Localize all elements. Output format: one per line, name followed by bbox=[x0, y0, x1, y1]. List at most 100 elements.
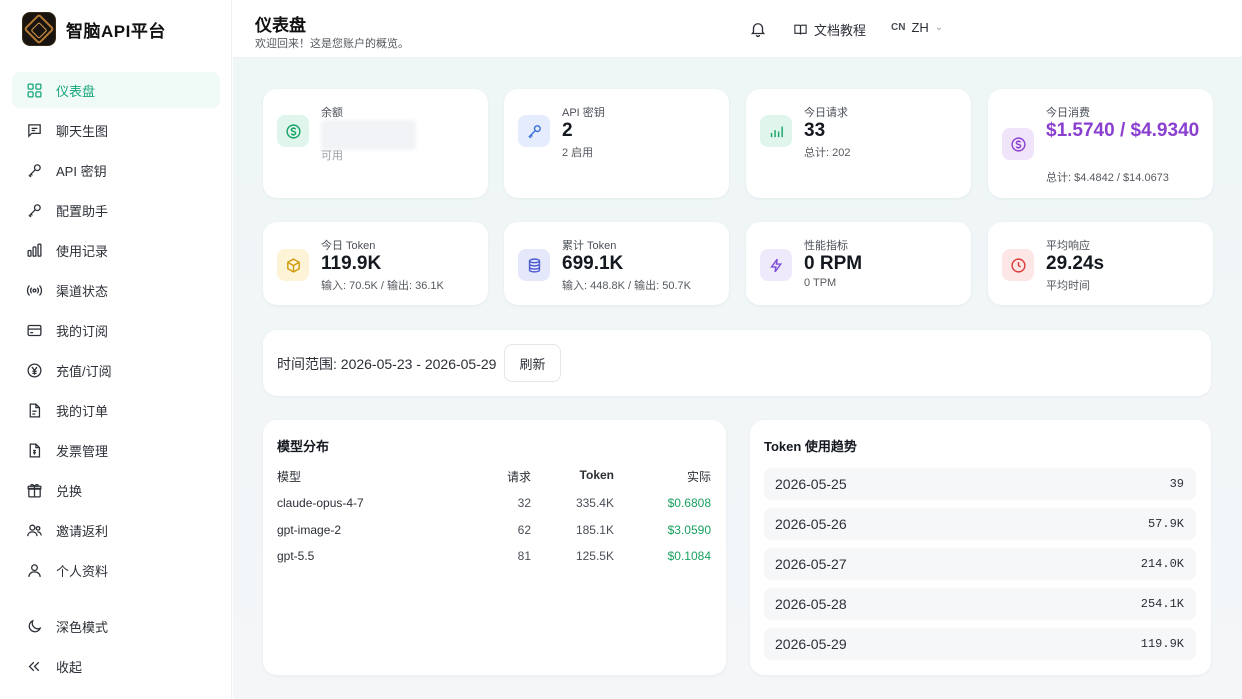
table-row: gpt-5.5 81 125.5K $0.1084 bbox=[277, 549, 711, 569]
stat-sub: 输入: 448.8K / 输出: 50.7K bbox=[562, 280, 692, 292]
cell-requests: 32 bbox=[517, 496, 531, 510]
sidebar-item-channel-status[interactable]: 渠道状态 bbox=[12, 272, 220, 308]
stat-card-avg-response: 平均响应 29.24s 平均时间 bbox=[988, 222, 1213, 305]
trend-value: 57.9K bbox=[1147, 517, 1184, 531]
trend-row: 2026-05-28 254.1K bbox=[764, 588, 1196, 620]
stat-card-api-keys: API 密钥 2 2 启用 bbox=[504, 89, 729, 198]
trend-row: 2026-05-25 39 bbox=[764, 468, 1196, 500]
language-label: ZH bbox=[911, 20, 929, 35]
cell-model: gpt-image-2 bbox=[277, 523, 342, 537]
invoice-icon bbox=[29, 442, 41, 458]
database-icon bbox=[518, 249, 550, 281]
sidebar-item-label: 充值/订阅 bbox=[56, 363, 112, 379]
card-title: 模型分布 bbox=[277, 439, 330, 454]
dollar-circle-icon bbox=[277, 115, 309, 147]
collapse-sidebar-button[interactable]: 收起 bbox=[12, 648, 220, 684]
stat-card-performance: 性能指标 0 RPM 0 TPM bbox=[746, 222, 971, 305]
collapse-label: 收起 bbox=[56, 659, 83, 675]
document-icon bbox=[29, 402, 41, 418]
docs-label: 文档教程 bbox=[814, 23, 867, 38]
clock-icon bbox=[1002, 249, 1034, 281]
stat-sub: 2 启用 bbox=[562, 147, 594, 159]
stat-label: API 密钥 bbox=[562, 107, 605, 119]
gift-icon bbox=[27, 483, 42, 498]
user-icon bbox=[28, 563, 41, 577]
sidebar-item-api-keys[interactable]: API 密钥 bbox=[12, 152, 220, 188]
sidebar-item-chat-image[interactable]: 聊天生图 bbox=[12, 112, 220, 148]
sidebar-item-label: 仪表盘 bbox=[56, 83, 96, 99]
stat-value: 29.24s bbox=[1046, 253, 1105, 274]
time-range-text: 时间范围: 2026-05-23 - 2026-05-29 bbox=[277, 356, 497, 372]
logo bbox=[22, 12, 56, 46]
sidebar-item-label: 聊天生图 bbox=[56, 123, 109, 139]
lightning-icon bbox=[760, 249, 792, 281]
key-icon bbox=[518, 115, 550, 147]
sidebar-item-dashboard[interactable]: 仪表盘 bbox=[12, 72, 220, 108]
cell-model: claude-opus-4-7 bbox=[277, 496, 364, 510]
trend-value: 39 bbox=[1169, 477, 1184, 491]
stat-label: 今日请求 bbox=[804, 107, 848, 119]
dark-mode-toggle[interactable]: 深色模式 bbox=[12, 608, 220, 644]
sidebar-item-label: 兑换 bbox=[56, 483, 83, 499]
sidebar-item-label: 我的订阅 bbox=[56, 323, 109, 339]
trend-row: 2026-05-27 214.0K bbox=[764, 548, 1196, 580]
chevron-down-icon: ⌄ bbox=[934, 22, 944, 33]
column-header-model: 模型 bbox=[277, 470, 302, 484]
trend-value: 119.9K bbox=[1140, 637, 1184, 651]
cell-cost: $0.1084 bbox=[667, 549, 711, 563]
dark-mode-label: 深色模式 bbox=[56, 619, 109, 635]
stat-label: 性能指标 bbox=[804, 240, 848, 252]
column-header-cost: 实际 bbox=[686, 470, 711, 484]
stat-sub: 总计: 202 bbox=[804, 147, 851, 159]
table-row: claude-opus-4-7 32 335.4K $0.6808 bbox=[277, 496, 711, 516]
key-icon bbox=[28, 203, 41, 217]
cell-cost: $0.6808 bbox=[667, 496, 711, 510]
stat-card-total-tokens: 累计 Token 699.1K 输入: 448.8K / 输出: 50.7K bbox=[504, 222, 729, 305]
trend-value: 254.1K bbox=[1140, 597, 1184, 611]
sidebar-item-usage-records[interactable]: 使用记录 bbox=[12, 232, 220, 268]
chevrons-left-icon bbox=[28, 661, 40, 671]
card-title: Token 使用趋势 bbox=[764, 439, 857, 454]
trend-value: 214.0K bbox=[1140, 557, 1184, 571]
stat-card-today-spend: 今日消费 $1.5740 / $4.9340 总计: $4.4842 / $14… bbox=[988, 89, 1213, 198]
cell-cost: $3.0590 bbox=[667, 523, 711, 537]
stat-sub: 0 TPM bbox=[804, 277, 837, 289]
time-range-card: 时间范围: 2026-05-23 - 2026-05-29 刷新 bbox=[263, 330, 1211, 396]
stat-label: 平均响应 bbox=[1046, 240, 1090, 252]
stat-sub: 平均时间 bbox=[1046, 280, 1090, 292]
bell-icon[interactable] bbox=[749, 20, 767, 38]
sidebar-item-label: 个人资料 bbox=[56, 563, 109, 579]
sidebar-item-config-assistant[interactable]: 配置助手 bbox=[12, 192, 220, 228]
table-header: 模型 请求 Token 实际 bbox=[277, 468, 711, 488]
language-selector[interactable]: CN ZH ⌄ bbox=[891, 20, 943, 35]
grid-icon bbox=[27, 82, 42, 98]
brand[interactable]: 智脑API平台 bbox=[22, 12, 166, 46]
stat-sub: 总计: $4.4842 / $14.0673 bbox=[1046, 172, 1169, 184]
stat-label: 今日 Token bbox=[321, 240, 376, 252]
sidebar-item-referral[interactable]: 邀请返利 bbox=[12, 512, 220, 548]
chat-icon bbox=[28, 123, 41, 138]
cell-requests: 81 bbox=[517, 549, 531, 563]
top-header: 仪表盘 欢迎回来！这是您账户的概览。 文档教程 CN ZH ⌄ bbox=[233, 0, 1242, 58]
stat-card-today-requests: 今日请求 33 总计: 202 bbox=[746, 89, 971, 198]
sidebar-item-invoices[interactable]: 发票管理 bbox=[12, 432, 220, 468]
sidebar-item-my-orders[interactable]: 我的订单 bbox=[12, 392, 220, 428]
sidebar-item-recharge[interactable]: 充值/订阅 bbox=[12, 352, 220, 388]
stat-value: 0 RPM bbox=[804, 253, 863, 274]
sidebar-item-profile[interactable]: 个人资料 bbox=[12, 552, 220, 588]
cell-tokens: 335.4K bbox=[575, 496, 614, 510]
sidebar-item-label: 发票管理 bbox=[56, 443, 109, 459]
sidebar-item-my-subscriptions[interactable]: 我的订阅 bbox=[12, 312, 220, 348]
cell-requests: 62 bbox=[517, 523, 531, 537]
box-icon bbox=[277, 249, 309, 281]
trend-date: 2026-05-27 bbox=[775, 556, 847, 572]
docs-link[interactable]: 文档教程 bbox=[793, 20, 866, 39]
stat-value: 119.9K bbox=[321, 253, 382, 274]
sidebar-item-label: API 密钥 bbox=[56, 163, 107, 179]
sidebar-item-label: 使用记录 bbox=[56, 243, 109, 259]
refresh-button[interactable]: 刷新 bbox=[504, 344, 561, 382]
book-icon bbox=[794, 24, 807, 35]
token-trend-card: Token 使用趋势 2026-05-25 39 2026-05-26 57.9… bbox=[750, 420, 1211, 675]
cell-tokens: 125.5K bbox=[575, 549, 614, 563]
sidebar-item-redeem[interactable]: 兑换 bbox=[12, 472, 220, 508]
